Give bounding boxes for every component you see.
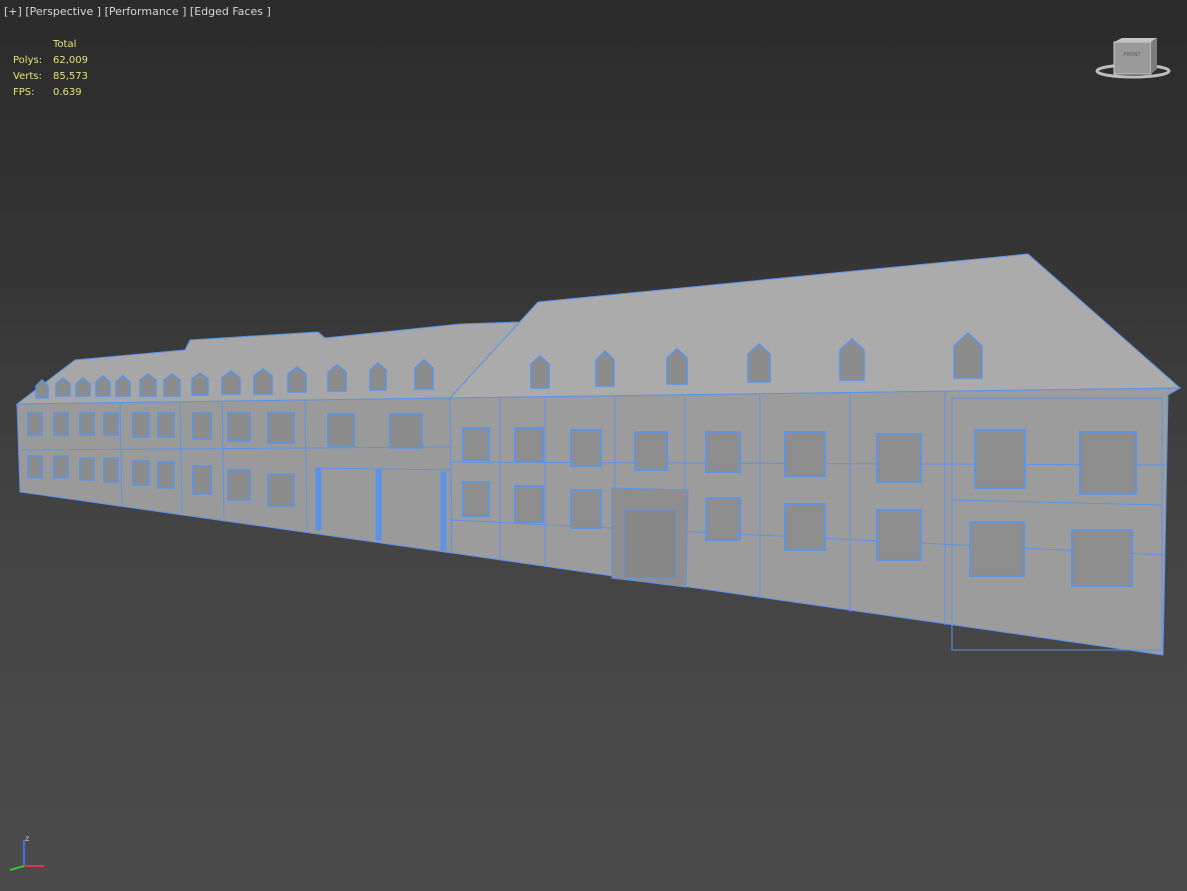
viewcube-front-face[interactable] — [1113, 41, 1152, 75]
viewcube-gizmo[interactable]: FRONT — [1093, 36, 1173, 82]
main-roof — [448, 253, 1182, 399]
building-model[interactable] — [0, 0, 1187, 891]
viewcube-front-label: FRONT — [1123, 52, 1141, 58]
axis-tripod-icon: z — [9, 834, 44, 871]
perspective-viewport[interactable]: [+] [Perspective ] [Performance ] [Edged… — [0, 0, 1187, 891]
axis-z-label: z — [25, 834, 29, 843]
